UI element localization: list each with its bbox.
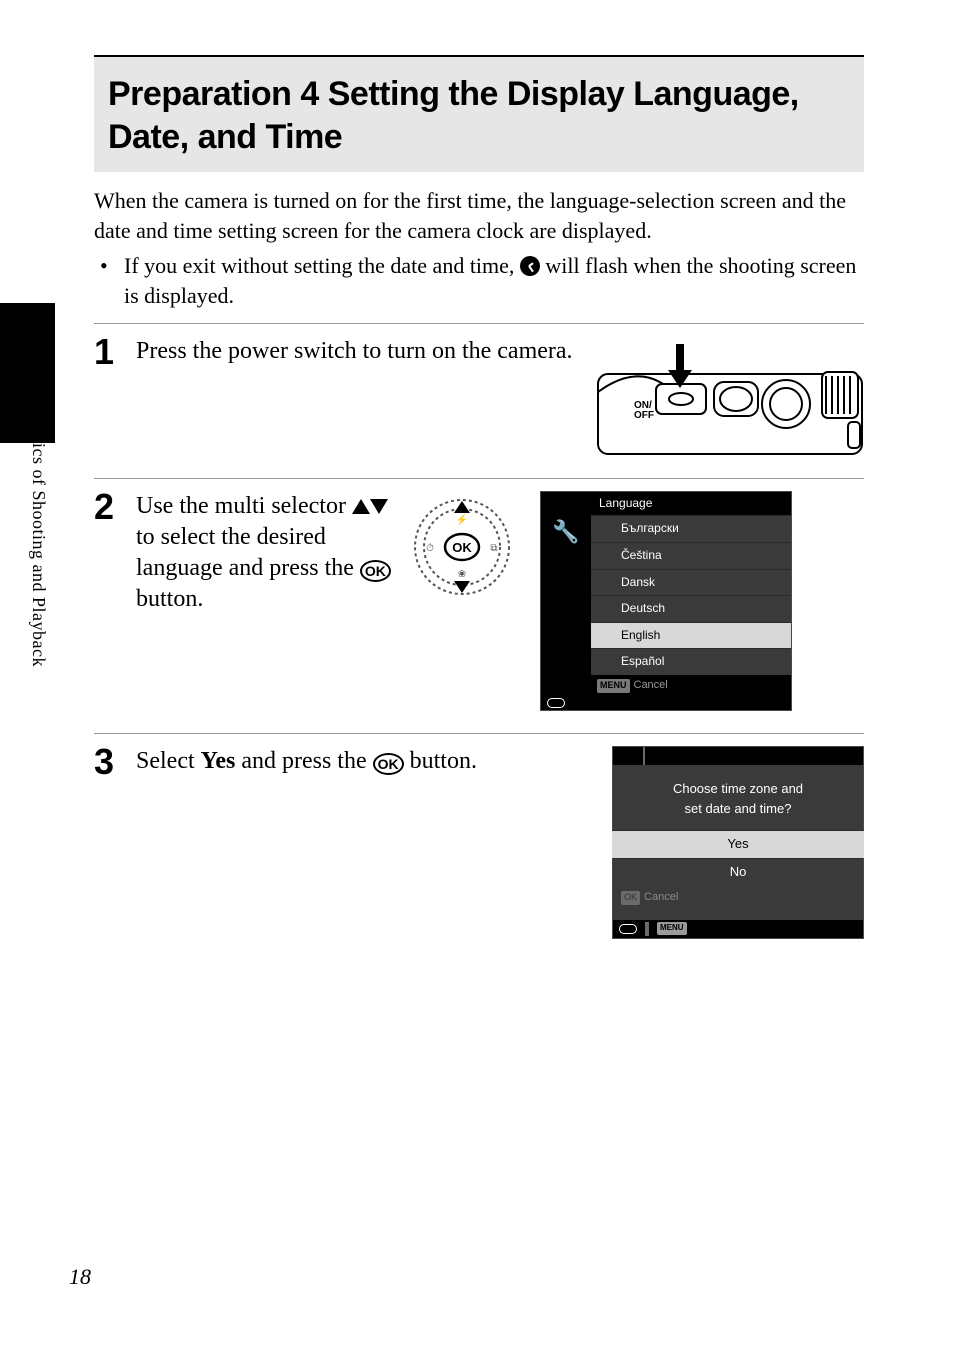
svg-text:⧉: ⧉ [490,543,497,554]
multi-selector-illustration: OK ⚡ ❀ ⏱ ⧉ [412,497,512,597]
wrench-icon: 🔧 [552,518,579,547]
step-number: 2 [94,489,136,525]
step-3-text-mid: and press the [235,748,372,774]
language-menu-screenshot: 🔧 Language Български Čeština Dansk Deuts… [540,491,792,711]
page-content: Preparation 4 Setting the Display Langua… [94,55,864,939]
step-1: 1 Press the power switch to turn on the … [94,334,864,466]
language-item[interactable]: Български [591,515,791,542]
page-number: 18 [69,1264,91,1290]
step-1-text: Press the power switch to turn on the ca… [136,338,573,364]
language-item-selected[interactable]: English [591,622,791,649]
bullet-dot: • [94,251,124,310]
clock-icon [520,256,540,276]
divider [94,733,864,734]
step-2-text-pre: Use the multi selector [136,493,352,519]
camera-top-illustration: ON/OFF [596,336,864,466]
svg-text:❀: ❀ [458,569,466,580]
divider [94,323,864,324]
onoff-label: ON/OFF [634,400,654,421]
dialog-option-yes[interactable]: Yes [612,830,864,858]
confirm-dialog-screenshot: Choose time zone and set date and time? … [612,746,864,939]
battery-icon [619,924,637,934]
divider [94,478,864,479]
intro-paragraph: When the camera is turned on for the fir… [94,186,864,245]
step-3-yes: Yes [201,748,236,774]
dialog-message: Choose time zone and set date and time? [613,775,863,830]
step-number: 3 [94,744,136,780]
menu-badge-icon: MENU [597,679,630,693]
screen-bottom-bar: MENU [613,920,863,938]
note-bullet: • If you exit without setting the date a… [94,251,864,310]
svg-text:⏱: ⏱ [426,543,434,554]
manual-page: The Basics of Shooting and Playback 18 P… [0,0,954,1345]
language-list: Български Čeština Dansk Deutsch English … [591,515,791,675]
section-title: Preparation 4 Setting the Display Langua… [108,73,850,158]
svg-text:OK: OK [452,540,472,555]
section-title-block: Preparation 4 Setting the Display Langua… [94,55,864,172]
ok-button-icon: OK [360,560,391,582]
language-item[interactable]: Čeština [591,542,791,569]
language-menu-title: Language [591,492,791,516]
battery-icon [547,698,565,708]
step-3-text-pre: Select [136,748,201,774]
dialog-option-no[interactable]: No [613,858,863,886]
menu-sidebar: 🔧 [541,492,591,696]
step-2-text-post: button. [136,586,203,612]
dialog-top-bar [613,747,863,765]
step-number: 1 [94,334,136,370]
up-arrow-icon [352,499,370,514]
step-3: 3 Select Yes and press the OK button. Ch… [94,744,864,939]
bullet-text-pre: If you exit without setting the date and… [124,253,520,278]
down-arrow-icon [370,499,388,514]
language-item[interactable]: Deutsch [591,595,791,622]
step-2: 2 Use the multi selector to select the d… [94,489,864,711]
bullet-text: If you exit without setting the date and… [124,251,864,310]
ok-badge-icon: OK [621,891,640,905]
svg-text:⚡: ⚡ [456,513,468,526]
section-side-label: The Basics of Shooting and Playback [28,380,49,667]
step-2-text-mid: to select the desired language and press… [136,524,360,581]
step-3-text-post: button. [404,748,477,774]
language-item[interactable]: Español [591,648,791,675]
screen-bottom-bar [541,696,791,710]
dialog-cancel-hint: OKCancel [613,886,863,909]
ok-button-icon: OK [373,753,404,775]
language-cancel-hint: MENUCancel [591,675,791,696]
language-item[interactable]: Dansk [591,569,791,596]
menu-badge-icon: MENU [657,922,687,934]
